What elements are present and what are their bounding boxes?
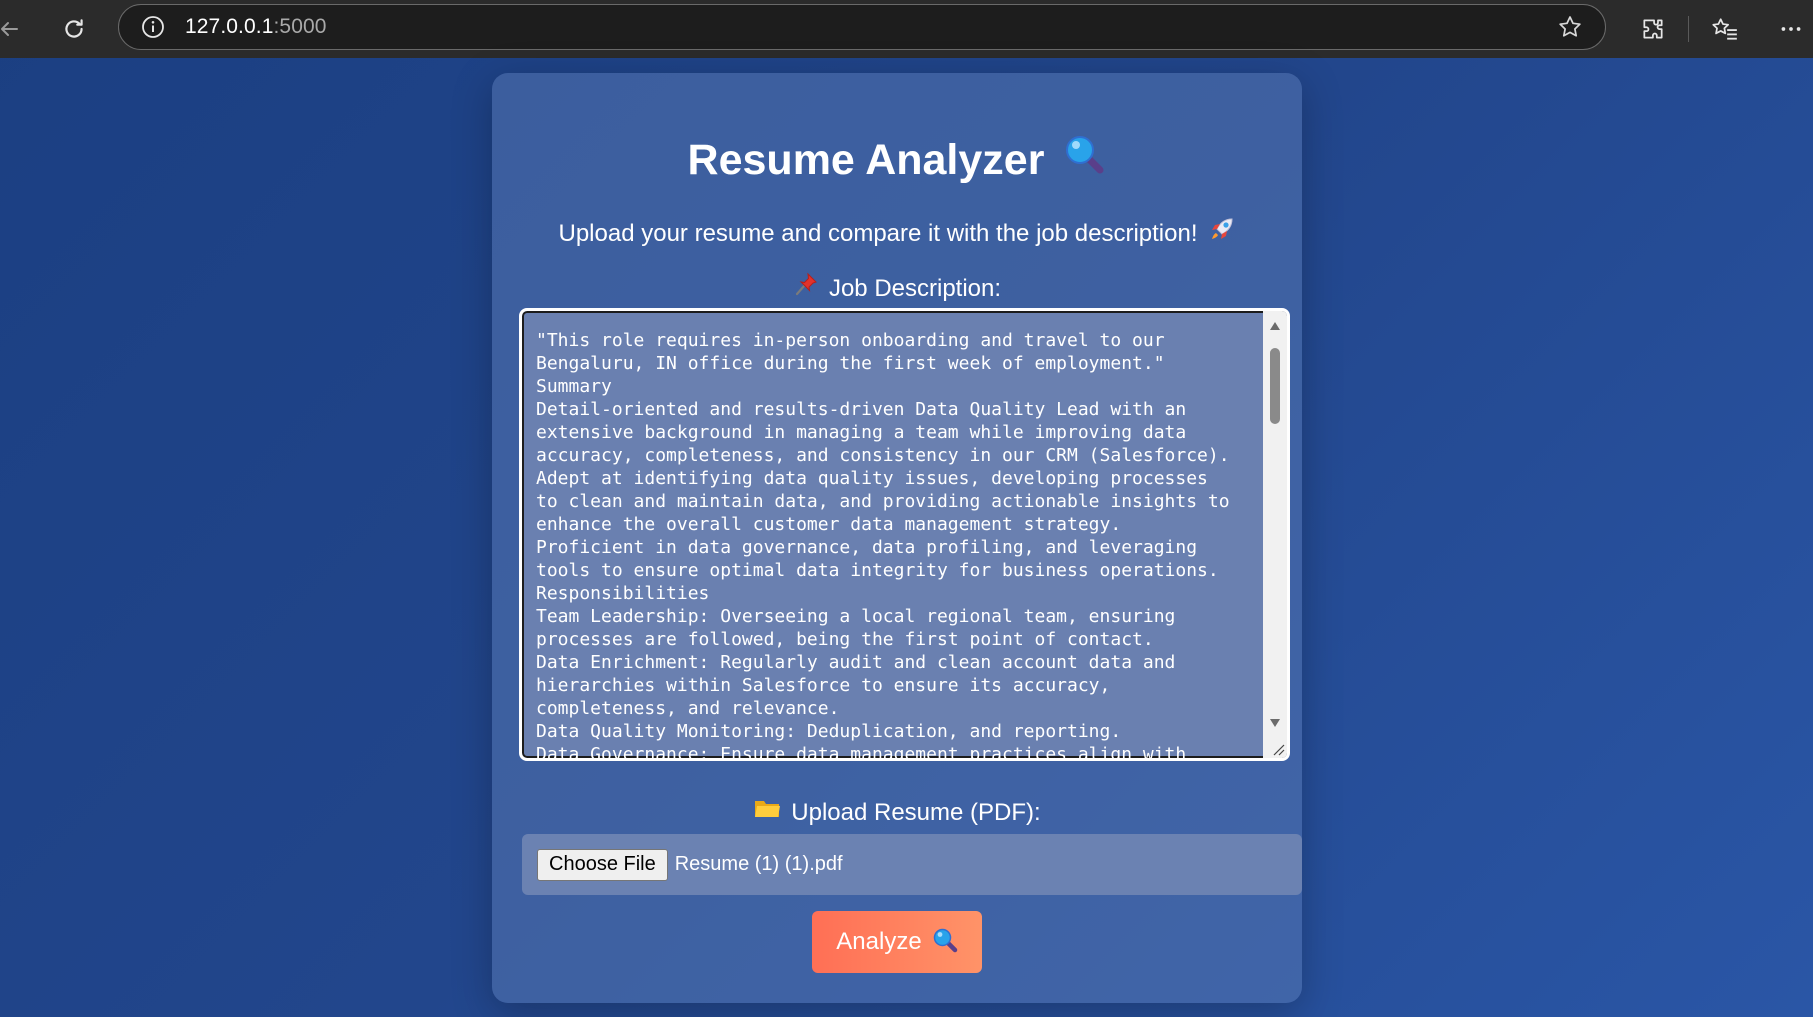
choose-file-button[interactable]: Choose File: [537, 848, 668, 881]
job-description-text[interactable]: "This role requires in-person onboarding…: [536, 329, 1256, 758]
scroll-down-arrow-icon[interactable]: [1263, 712, 1287, 734]
analyze-button-label: Analyze: [836, 928, 922, 955]
selected-file-name: Resume (1) (1).pdf: [674, 853, 843, 875]
url-port: :5000: [273, 15, 327, 38]
job-description-textarea[interactable]: "This role requires in-person onboarding…: [519, 308, 1290, 761]
job-description-label-text: Job Description:: [828, 274, 1002, 302]
folder-icon: [753, 796, 781, 827]
browser-toolbar: 127.0.0.1:5000: [0, 0, 1813, 58]
url-text[interactable]: 127.0.0.1:5000: [185, 15, 327, 39]
upload-resume-label: Upload Resume (PDF):: [492, 798, 1302, 829]
page-title-text: Resume Analyzer: [687, 135, 1045, 184]
page-subtitle: Upload your resume and compare it with t…: [492, 217, 1302, 252]
more-menu-icon[interactable]: [1770, 8, 1812, 50]
magnifier-icon: [1062, 132, 1106, 187]
analyze-button[interactable]: Analyze: [812, 911, 982, 973]
favorites-list-icon[interactable]: [1704, 8, 1746, 50]
textarea-scrollbar[interactable]: [1263, 311, 1287, 758]
address-bar[interactable]: 127.0.0.1:5000: [118, 4, 1606, 50]
scroll-thumb[interactable]: [1270, 348, 1280, 424]
analyzer-card: Resume Analyzer Upload your resume and c…: [492, 73, 1302, 1003]
magnifier-icon: [932, 927, 958, 960]
favorite-star-icon[interactable]: [1557, 14, 1583, 45]
site-info-icon[interactable]: [141, 15, 165, 39]
resume-file-input[interactable]: Choose File Resume (1) (1).pdf: [522, 834, 1302, 895]
back-icon[interactable]: [0, 8, 30, 50]
url-host: 127.0.0.1: [185, 15, 274, 38]
upload-label-text: Upload Resume (PDF):: [791, 798, 1041, 826]
toolbar-divider: [1688, 16, 1689, 42]
job-description-label: Job Description:: [492, 271, 1302, 306]
scroll-up-arrow-icon[interactable]: [1263, 315, 1287, 337]
rocket-icon: [1208, 215, 1236, 250]
pushpin-icon: [793, 271, 819, 304]
resize-grip-icon[interactable]: [1271, 742, 1285, 756]
subtitle-text: Upload your resume and compare it with t…: [558, 219, 1198, 247]
reload-icon[interactable]: [53, 8, 95, 50]
extensions-icon[interactable]: [1632, 8, 1674, 50]
page-title: Resume Analyzer: [492, 135, 1302, 190]
